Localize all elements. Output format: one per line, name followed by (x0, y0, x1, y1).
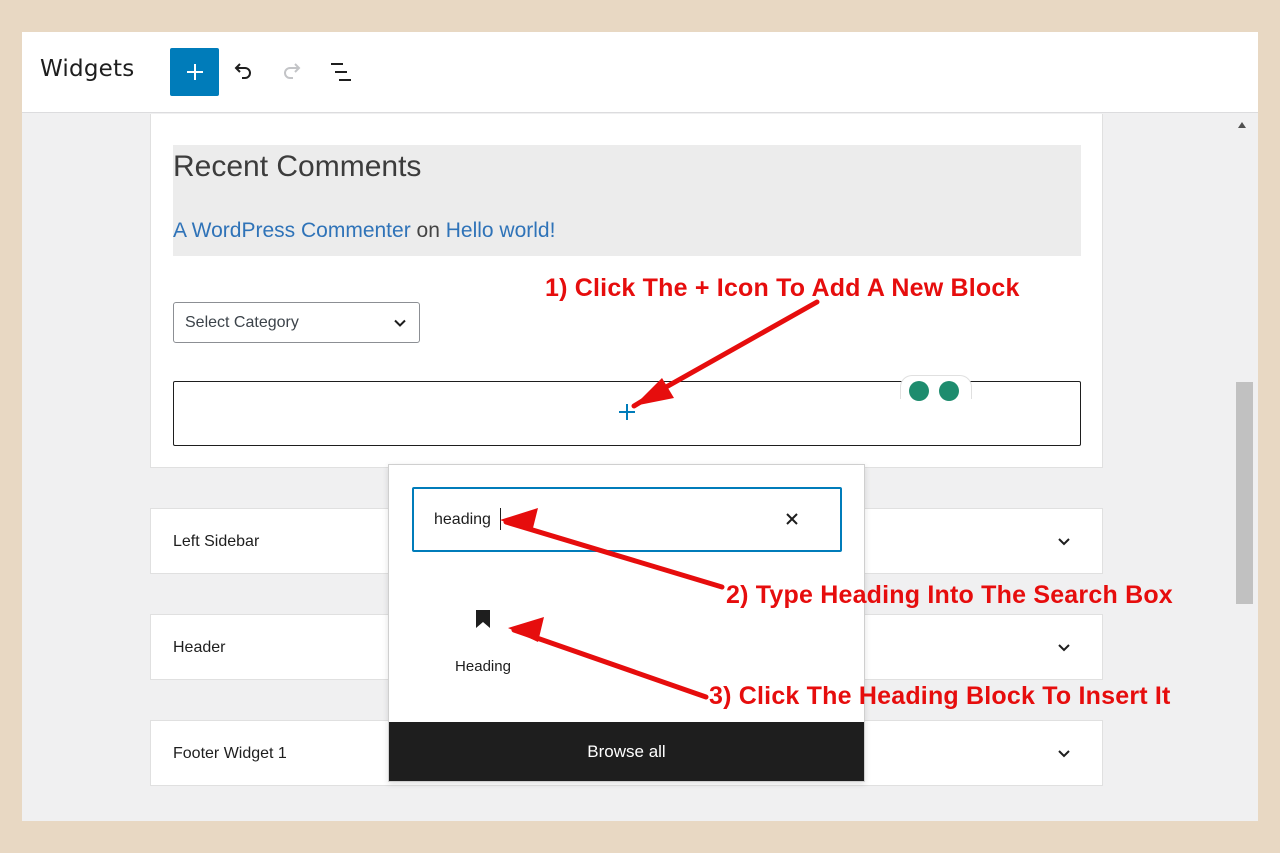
badge-dot-icon (909, 381, 929, 401)
browse-all-button[interactable]: Browse all (389, 722, 864, 781)
add-block-button[interactable] (170, 48, 219, 96)
plus-icon[interactable] (618, 403, 636, 421)
widget-area-label: Header (173, 639, 226, 656)
widget-area-label: Left Sidebar (173, 533, 260, 550)
page-title: Widgets (40, 56, 135, 82)
comment-post-link[interactable]: Hello world! (446, 219, 556, 242)
scrollbar-thumb[interactable] (1236, 382, 1253, 604)
widget-area-label: Footer Widget 1 (173, 745, 287, 762)
editor-toolbar: Widgets (22, 32, 1258, 113)
comment-author-link[interactable]: A WordPress Commenter (173, 219, 411, 242)
heading-block-label: Heading (455, 658, 511, 675)
chevron-down-icon[interactable] (1056, 642, 1072, 654)
category-select[interactable]: Select Category (173, 302, 420, 343)
chevron-down-icon[interactable] (1056, 536, 1072, 548)
annotation-step-2: 2) Type Heading Into The Search Box (726, 581, 1173, 609)
comment-connector: on (410, 219, 446, 242)
list-view-icon[interactable] (328, 60, 354, 84)
close-icon[interactable] (784, 511, 800, 527)
chevron-down-icon[interactable] (1056, 748, 1072, 760)
chevron-down-icon (394, 319, 406, 327)
recent-comments-title: Recent Comments (173, 150, 422, 183)
block-search-input[interactable]: heading (412, 487, 842, 552)
widgets-editor-window: Widgets Recent Comments A WordPress Comm… (22, 32, 1258, 821)
heading-block-result[interactable]: Heading (445, 603, 521, 683)
grammarly-badge[interactable] (900, 375, 972, 401)
recent-comments-block[interactable]: Recent Comments A WordPress Commenter on… (173, 145, 1081, 256)
recent-comment-entry: A WordPress Commenter on Hello world! (173, 219, 555, 243)
badge-dot-icon (939, 381, 959, 401)
undo-icon[interactable] (230, 60, 256, 84)
annotation-step-1: 1) Click The + Icon To Add A New Block (545, 274, 1020, 302)
redo-icon[interactable] (279, 60, 305, 84)
block-inserter-popover: heading Heading Browse all (388, 464, 865, 782)
bookmark-icon (476, 610, 490, 628)
annotation-step-3: 3) Click The Heading Block To Insert It (709, 682, 1171, 710)
text-caret (500, 508, 501, 530)
category-select-value: Select Category (185, 314, 299, 331)
search-input-value: heading (434, 511, 491, 528)
scroll-up-arrow[interactable] (1238, 122, 1246, 128)
